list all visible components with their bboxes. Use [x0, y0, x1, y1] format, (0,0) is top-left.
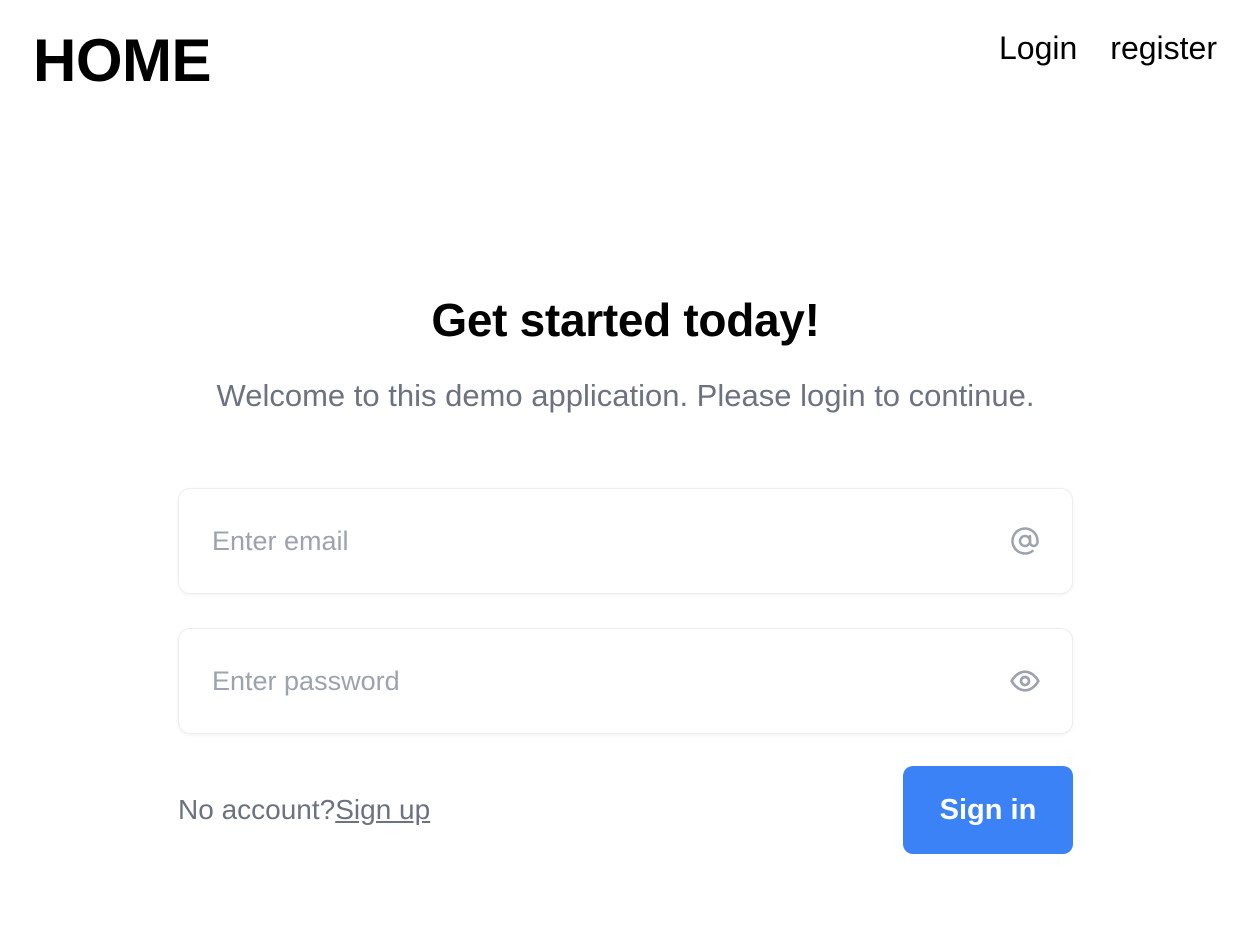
login-form: Get started today! Welcome to this demo …: [178, 290, 1073, 854]
eye-icon[interactable]: [1008, 664, 1042, 698]
form-title: Get started today!: [431, 294, 820, 346]
top-nav: Login register: [999, 28, 1217, 68]
signup-prompt: No account?Sign up: [178, 794, 430, 826]
page: HOME Login register Get started today! W…: [0, 0, 1238, 928]
form-actions: No account?Sign up Sign in: [178, 766, 1073, 854]
password-field-wrapper: [178, 628, 1073, 734]
no-account-text: No account?: [178, 794, 336, 825]
login-link[interactable]: Login: [999, 28, 1077, 68]
form-subtitle: Welcome to this demo application. Please…: [216, 378, 1035, 413]
register-link[interactable]: register: [1110, 28, 1217, 68]
password-field[interactable]: [179, 629, 1072, 733]
email-field-wrapper: [178, 488, 1073, 594]
home-link[interactable]: HOME: [33, 26, 212, 96]
signin-button[interactable]: Sign in: [903, 766, 1073, 854]
at-icon: [1008, 524, 1042, 558]
email-field[interactable]: [179, 489, 1072, 593]
signup-link[interactable]: Sign up: [335, 794, 430, 825]
